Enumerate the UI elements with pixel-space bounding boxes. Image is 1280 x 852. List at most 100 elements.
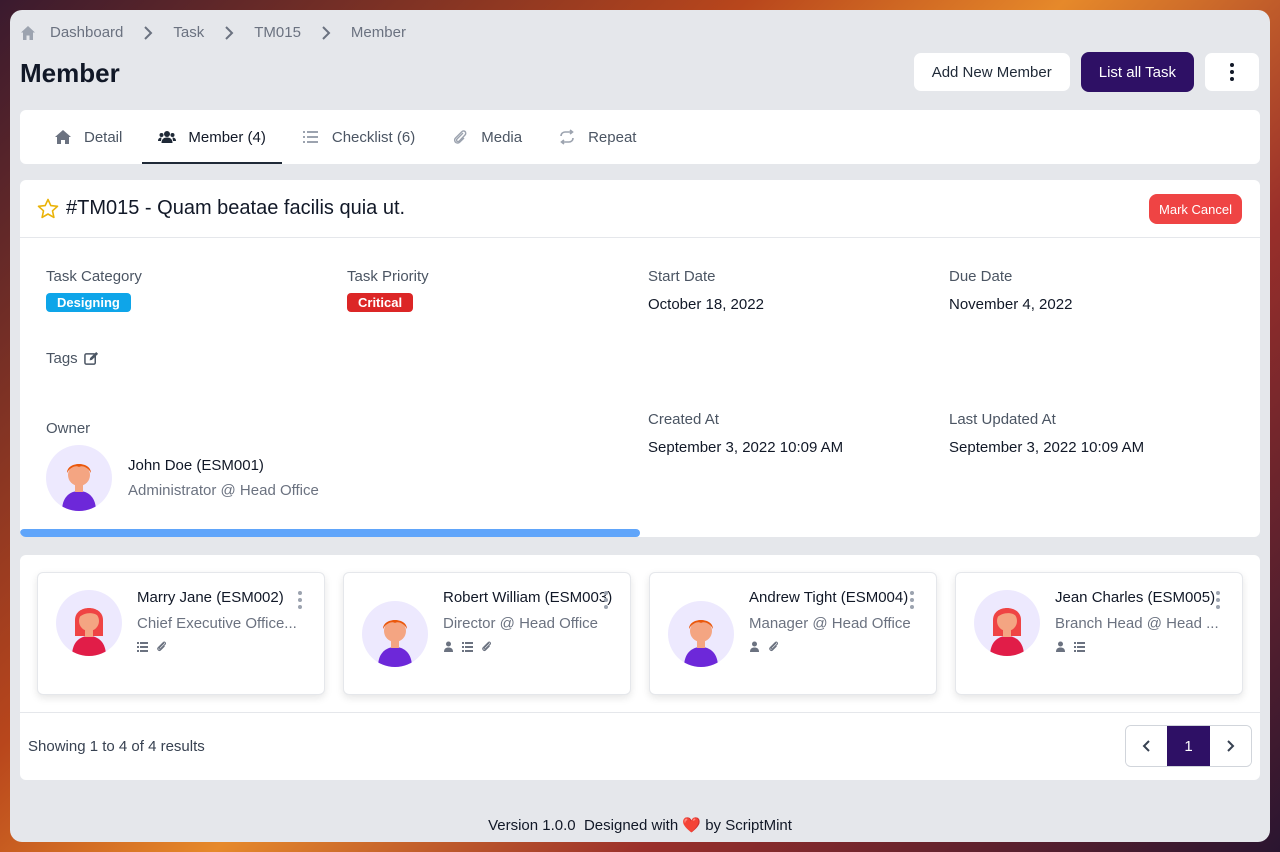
updated-at-field: Last Updated At September 3, 2022 10:09 … bbox=[949, 411, 1144, 456]
chevron-right-icon bbox=[144, 25, 153, 40]
member-permission-icons bbox=[443, 637, 613, 659]
member-card[interactable]: Andrew Tight (ESM004) Manager @ Head Offi… bbox=[649, 572, 937, 695]
owner-field: Owner John Doe (ESM001) Administrator @ … bbox=[46, 420, 319, 511]
field-label: Task Category bbox=[46, 268, 142, 285]
member-permission-icons bbox=[1055, 637, 1225, 659]
breadcrumb-task[interactable]: Task bbox=[173, 24, 204, 41]
kebab-icon[interactable] bbox=[604, 591, 608, 609]
avatar bbox=[362, 601, 428, 667]
page-button-current[interactable]: 1 bbox=[1167, 726, 1210, 766]
chevron-left-icon bbox=[1142, 740, 1150, 752]
start-date-value: October 18, 2022 bbox=[648, 296, 764, 313]
chevron-right-icon bbox=[225, 25, 234, 40]
field-label: Start Date bbox=[648, 268, 716, 285]
priority-badge: Critical bbox=[347, 293, 414, 312]
task-detail-card: #TM015 - Quam beatae facilis quia ut. Ma… bbox=[20, 180, 1260, 537]
add-new-member-button[interactable]: Add New Member bbox=[912, 52, 1071, 92]
footer: Version 1.0.0 Designed with ❤️ by Script… bbox=[10, 816, 1270, 834]
member-name: Robert William (ESM003) bbox=[443, 589, 613, 606]
avatar bbox=[56, 590, 122, 656]
kebab-icon bbox=[1230, 63, 1234, 81]
footer-designed: Designed with bbox=[583, 817, 679, 834]
user-icon bbox=[1055, 637, 1066, 659]
next-page-button[interactable] bbox=[1210, 726, 1251, 766]
prev-page-button[interactable] bbox=[1126, 726, 1167, 766]
avatar bbox=[46, 445, 112, 511]
member-role: Branch Head @ Head ... bbox=[1055, 615, 1219, 632]
home-icon[interactable] bbox=[20, 25, 36, 41]
field-label: Last Updated At bbox=[949, 411, 1056, 428]
member-card[interactable]: Robert William (ESM003) Director @ Head O… bbox=[343, 572, 631, 695]
user-icon bbox=[749, 637, 760, 659]
owner-name: John Doe (ESM001) bbox=[128, 457, 264, 474]
field-label: Task Priority bbox=[347, 268, 429, 285]
edit-icon[interactable] bbox=[83, 351, 99, 366]
field-label: Created At bbox=[648, 411, 719, 428]
list-icon bbox=[302, 131, 318, 143]
list-all-task-button[interactable]: List all Task bbox=[1080, 52, 1194, 92]
paperclip-icon bbox=[768, 637, 779, 659]
users-icon bbox=[158, 131, 177, 143]
divider bbox=[20, 712, 1260, 713]
member-card[interactable]: Marry Jane (ESM002) Chief Executive Offic… bbox=[37, 572, 325, 695]
app-window: Dashboard Task TM015 Member Member Add N… bbox=[10, 10, 1270, 842]
chevron-right-icon bbox=[1227, 740, 1235, 752]
breadcrumb-task-id[interactable]: TM015 bbox=[254, 24, 301, 41]
star-icon[interactable] bbox=[36, 197, 60, 221]
pagination: 1 bbox=[1125, 725, 1252, 767]
due-date-field: Due Date November 4, 2022 bbox=[949, 268, 1072, 313]
member-name: Marry Jane (ESM002) bbox=[137, 589, 284, 606]
tab-label: Repeat bbox=[588, 128, 637, 146]
task-title: #TM015 - Quam beatae facilis quia ut. bbox=[66, 197, 406, 219]
heart-icon: ❤️ bbox=[682, 817, 702, 834]
member-card[interactable]: Jean Charles (ESM005) Branch Head @ Head … bbox=[955, 572, 1243, 695]
pagination-summary: Showing 1 to 4 of 4 results bbox=[28, 738, 205, 755]
mark-cancel-button[interactable]: Mark Cancel bbox=[1149, 194, 1242, 224]
home-icon bbox=[55, 130, 71, 144]
kebab-icon[interactable] bbox=[298, 591, 302, 609]
member-permission-icons bbox=[137, 637, 307, 659]
tab-repeat[interactable]: Repeat bbox=[542, 110, 652, 164]
start-date-field: Start Date October 18, 2022 bbox=[648, 268, 764, 313]
tags-field: Tags bbox=[46, 350, 99, 367]
updated-at-value: September 3, 2022 10:09 AM bbox=[949, 439, 1145, 456]
tab-media[interactable]: Media bbox=[435, 110, 538, 164]
member-name: Andrew Tight (ESM004) bbox=[749, 589, 909, 606]
category-badge: Designing bbox=[46, 293, 131, 312]
paperclip-icon bbox=[454, 130, 467, 144]
tab-bar: Detail Member (4) Checklist (6) Media Re… bbox=[20, 110, 1260, 164]
breadcrumb-dashboard[interactable]: Dashboard bbox=[50, 24, 123, 41]
paperclip-icon bbox=[481, 637, 492, 659]
task-priority-field: Task Priority Critical bbox=[347, 268, 429, 312]
members-section: Marry Jane (ESM002) Chief Executive Offic… bbox=[20, 555, 1260, 780]
tab-checklist[interactable]: Checklist (6) bbox=[286, 110, 431, 164]
kebab-icon[interactable] bbox=[1216, 591, 1220, 609]
kebab-icon[interactable] bbox=[910, 591, 914, 609]
field-label: Due Date bbox=[949, 268, 1013, 285]
paperclip-icon bbox=[156, 637, 167, 659]
member-role: Director @ Head Office bbox=[443, 615, 599, 632]
member-name: Jean Charles (ESM005) bbox=[1055, 589, 1216, 606]
created-at-value: September 3, 2022 10:09 AM bbox=[648, 439, 844, 456]
breadcrumb-member: Member bbox=[350, 24, 406, 41]
list-icon bbox=[137, 637, 148, 659]
member-role: Manager @ Head Office bbox=[749, 615, 911, 632]
tab-detail[interactable]: Detail bbox=[38, 110, 138, 164]
user-icon bbox=[443, 637, 454, 659]
avatar bbox=[974, 590, 1040, 656]
member-permission-icons bbox=[749, 637, 919, 659]
member-card-list: Marry Jane (ESM002) Chief Executive Offic… bbox=[37, 572, 1243, 695]
repeat-icon bbox=[560, 129, 574, 145]
member-role: Chief Executive Office... bbox=[137, 615, 297, 632]
due-date-value: November 4, 2022 bbox=[949, 296, 1073, 313]
chevron-right-icon bbox=[322, 25, 331, 40]
tab-label: Detail bbox=[84, 128, 123, 146]
field-label: Owner bbox=[46, 420, 91, 437]
task-header: #TM015 - Quam beatae facilis quia ut. Ma… bbox=[20, 180, 1260, 238]
tab-member[interactable]: Member (4) bbox=[142, 110, 282, 164]
tab-label: Media bbox=[481, 128, 523, 146]
tab-label: Member (4) bbox=[188, 128, 266, 146]
more-options-button[interactable] bbox=[1204, 52, 1260, 92]
task-category-field: Task Category Designing bbox=[46, 268, 142, 312]
owner-role: Administrator @ Head Office bbox=[128, 482, 319, 499]
